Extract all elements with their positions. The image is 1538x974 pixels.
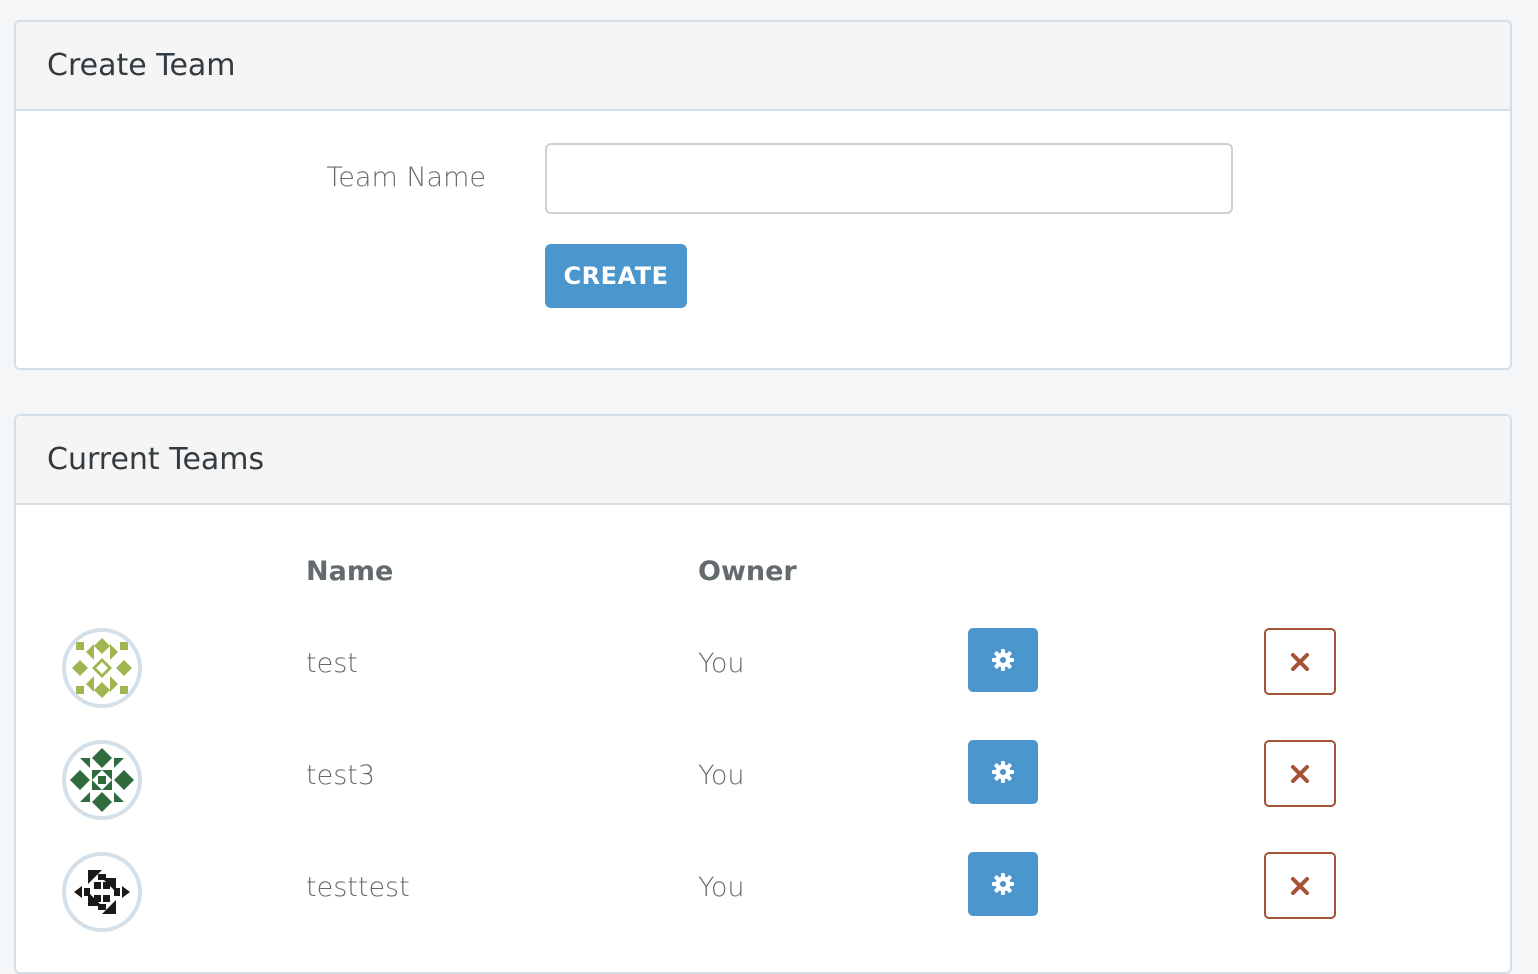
- team-name-input[interactable]: [545, 143, 1233, 214]
- team-avatar: [62, 628, 142, 708]
- team-owner: You: [698, 872, 745, 903]
- table-row: test You: [16, 628, 1510, 708]
- identicon-icon: [74, 870, 130, 914]
- team-avatar: [62, 852, 142, 932]
- gear-icon: [992, 761, 1014, 783]
- table-row: testtest You: [16, 852, 1510, 932]
- gear-icon: [992, 873, 1014, 895]
- current-teams-panel: Current Teams Name Owner test You test3 …: [14, 414, 1512, 974]
- close-icon: [1291, 764, 1309, 783]
- create-team-heading: Create Team: [16, 22, 1510, 111]
- team-delete-button[interactable]: [1264, 740, 1336, 807]
- team-name: test3: [306, 760, 376, 791]
- team-name: testtest: [306, 872, 410, 903]
- team-name-label: Team Name: [326, 162, 486, 193]
- create-team-panel: Create Team Team Name CREATE: [14, 20, 1512, 370]
- team-settings-button[interactable]: [968, 628, 1038, 692]
- close-icon: [1291, 876, 1309, 895]
- close-icon: [1291, 652, 1309, 671]
- team-name: test: [306, 648, 358, 679]
- team-delete-button[interactable]: [1264, 628, 1336, 695]
- gear-icon: [992, 649, 1014, 671]
- column-header-name: Name: [306, 556, 394, 587]
- table-row: test3 You: [16, 740, 1510, 820]
- create-button[interactable]: CREATE: [545, 244, 687, 308]
- column-header-owner: Owner: [698, 556, 797, 587]
- current-teams-heading: Current Teams: [16, 416, 1510, 505]
- team-settings-button[interactable]: [968, 852, 1038, 916]
- team-owner: You: [698, 760, 745, 791]
- identicon-icon: [70, 748, 134, 812]
- team-owner: You: [698, 648, 745, 679]
- team-settings-button[interactable]: [968, 740, 1038, 804]
- team-avatar: [62, 740, 142, 820]
- team-delete-button[interactable]: [1264, 852, 1336, 919]
- identicon-icon: [72, 638, 132, 698]
